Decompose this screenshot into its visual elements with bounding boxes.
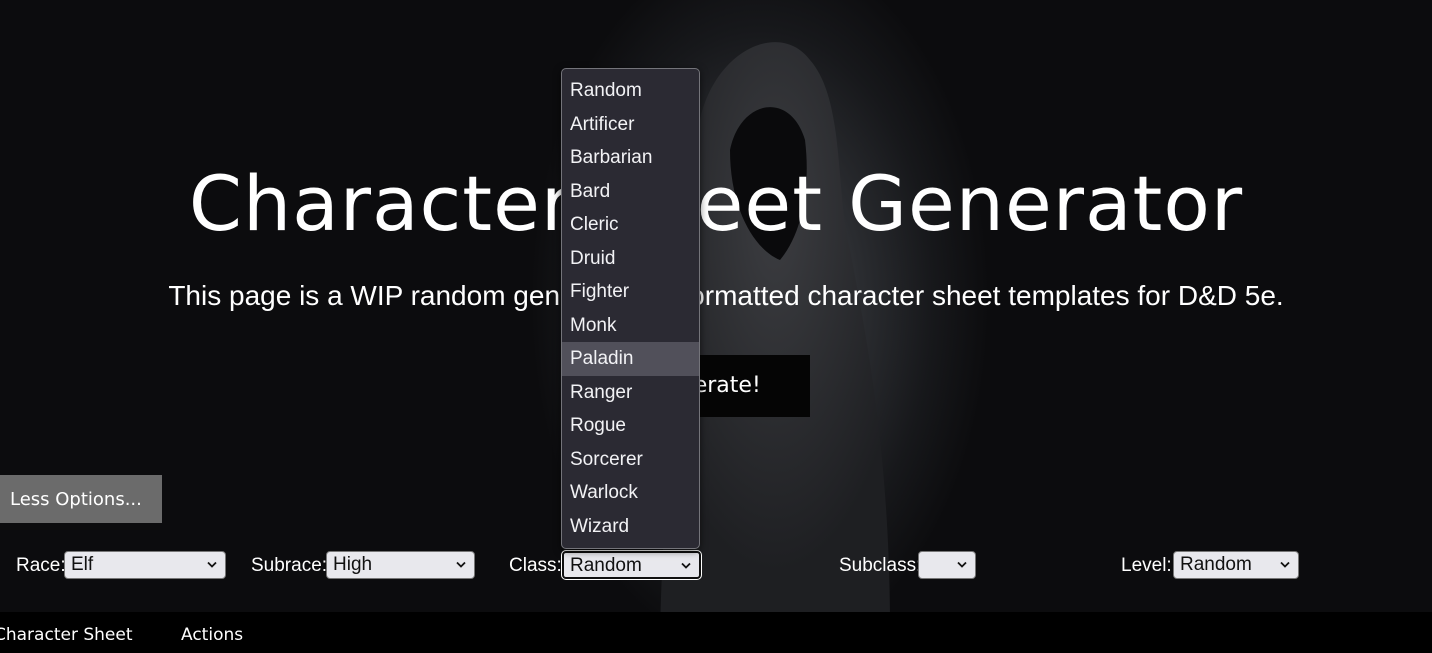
- chevron-down-icon: [681, 562, 691, 569]
- class-select[interactable]: Random: [561, 550, 702, 580]
- page: Character Sheet Generator This page is a…: [0, 0, 1432, 653]
- race-label: Race:: [16, 555, 66, 576]
- class-option[interactable]: Monk: [562, 309, 699, 343]
- hero-banner: Character Sheet Generator This page is a…: [0, 0, 1432, 612]
- page-title: Character Sheet Generator: [188, 159, 1244, 248]
- subclass-select[interactable]: [918, 551, 976, 579]
- tab-character-sheet[interactable]: Character Sheet: [0, 624, 132, 646]
- chevron-down-icon: [456, 561, 466, 568]
- class-option[interactable]: Druid: [562, 242, 699, 276]
- class-option[interactable]: Fighter: [562, 275, 699, 309]
- level-label: Level:: [1121, 555, 1172, 576]
- class-option[interactable]: Wizard: [562, 510, 699, 544]
- chevron-down-icon: [957, 561, 967, 568]
- class-dropdown-list: Random Artificer Barbarian Bard Cleric D…: [561, 68, 700, 549]
- class-select-value: Random: [570, 555, 642, 576]
- class-option[interactable]: Ranger: [562, 376, 699, 410]
- subrace-label: Subrace:: [251, 555, 328, 576]
- level-select[interactable]: Random: [1173, 551, 1299, 579]
- chevron-down-icon: [207, 561, 217, 568]
- class-option-highlighted[interactable]: Paladin: [562, 342, 699, 376]
- tab-actions[interactable]: Actions: [181, 624, 243, 646]
- class-option[interactable]: Warlock: [562, 476, 699, 510]
- subrace-select[interactable]: High: [326, 551, 475, 579]
- class-label: Class:: [509, 555, 562, 576]
- class-option[interactable]: Sorcerer: [562, 443, 699, 477]
- race-select[interactable]: Elf: [64, 551, 226, 579]
- class-option[interactable]: Artificer: [562, 108, 699, 142]
- subclass-label: Subclass:: [839, 555, 922, 576]
- level-select-value: Random: [1180, 554, 1252, 575]
- chevron-down-icon: [1280, 561, 1290, 568]
- race-select-value: Elf: [71, 554, 94, 575]
- class-option[interactable]: Bard: [562, 175, 699, 209]
- less-options-button[interactable]: Less Options...: [0, 475, 162, 523]
- class-option[interactable]: Rogue: [562, 409, 699, 443]
- subrace-select-value: High: [333, 554, 373, 575]
- page-subtitle: This page is a WIP random generator for …: [168, 280, 1284, 311]
- class-option[interactable]: Barbarian: [562, 141, 699, 175]
- class-option[interactable]: Random: [562, 74, 699, 108]
- class-option[interactable]: Cleric: [562, 208, 699, 242]
